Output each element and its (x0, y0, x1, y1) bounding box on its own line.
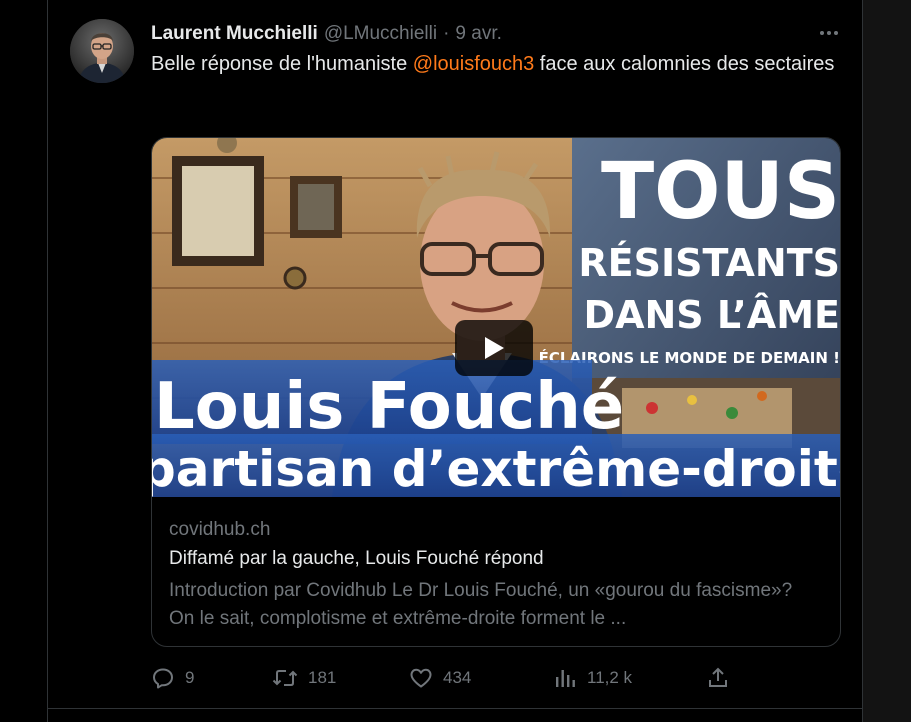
like-button[interactable]: 434 (409, 664, 471, 692)
header-separator: · (443, 23, 450, 44)
thumbnail-text-name: Louis Fouché (154, 370, 624, 444)
author-handle[interactable]: @LMucchielli (324, 23, 437, 45)
timeline-page: Laurent Mucchielli @LMucchielli · 9 avr.… (0, 0, 911, 722)
card-domain: covidhub.ch (169, 519, 271, 540)
thumbnail-text-resistants: RÉSISTANTS (578, 241, 840, 285)
tweet-timestamp[interactable]: 9 avr. (455, 23, 501, 45)
thumbnail-text-tous: TOUS (601, 147, 840, 237)
tweet-text-before: Belle réponse de l'humaniste (151, 53, 413, 75)
share-icon (709, 667, 727, 687)
card-thumbnail[interactable]: TOUS RÉSISTANTS DANS L’ÂME ÉCLAIRONS LE … (152, 138, 840, 497)
tweet-header: Laurent Mucchielli @LMucchielli · 9 avr. (151, 21, 502, 47)
heart-icon (410, 668, 432, 688)
tweet-text-after: face aux calomnies des sectaires (534, 53, 835, 75)
like-count: 434 (443, 668, 472, 687)
retweet-icon (272, 670, 298, 686)
reply-button[interactable]: 9 (151, 664, 194, 692)
tweet-text: Belle réponse de l'humaniste @louisfouch… (151, 51, 841, 77)
avatar[interactable] (70, 19, 134, 83)
tweet[interactable]: Laurent Mucchielli @LMucchielli · 9 avr.… (48, 0, 862, 708)
thumbnail-text-dans-lame: DANS L’ÂME (584, 293, 840, 337)
share-button[interactable] (706, 664, 730, 692)
views-count: 11,2 k (587, 668, 633, 687)
views-button[interactable]: 11,2 k (553, 664, 632, 692)
column-border-right (862, 0, 863, 722)
thumbnail-text-subtitle: partisan d’extrême-droite ??? (152, 440, 840, 497)
play-icon (485, 337, 504, 359)
tweet-actions: 9 181 434 11,2 k (48, 660, 862, 696)
more-dots-icon (820, 31, 838, 35)
tweet-divider (48, 708, 862, 709)
author-name[interactable]: Laurent Mucchielli (151, 23, 318, 45)
more-options-button[interactable] (814, 20, 844, 46)
card-description: Introduction par Covidhub Le Dr Louis Fo… (169, 580, 793, 629)
retweet-count: 181 (308, 668, 337, 687)
card-title[interactable]: Diffamé par la gauche, Louis Fouché répo… (169, 548, 544, 570)
mention-link[interactable]: @louisfouch3 (413, 53, 534, 75)
views-chart-icon (556, 670, 575, 687)
play-button[interactable] (455, 320, 533, 376)
link-card[interactable]: TOUS RÉSISTANTS DANS L’ÂME ÉCLAIRONS LE … (151, 137, 841, 647)
right-gutter (863, 0, 911, 722)
reply-count: 9 (185, 668, 195, 687)
reply-icon (153, 668, 173, 689)
retweet-button[interactable]: 181 (272, 664, 336, 692)
